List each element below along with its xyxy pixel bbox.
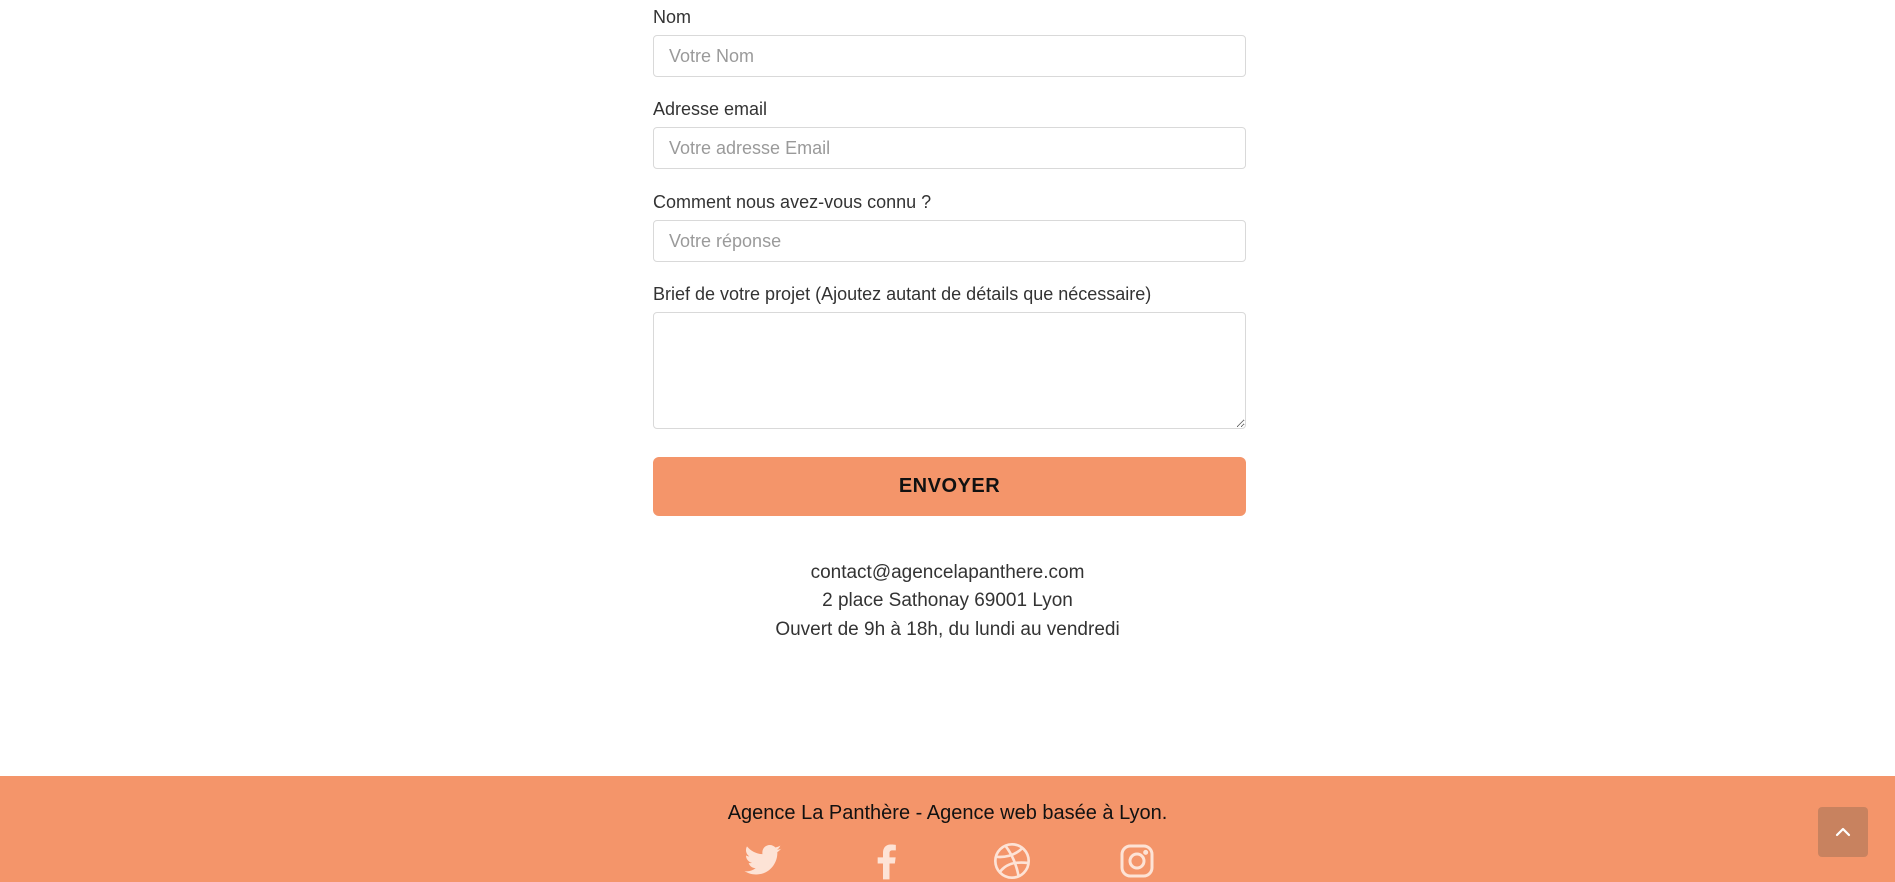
twitter-icon[interactable] xyxy=(743,841,783,881)
source-label: Comment nous avez-vous connu ? xyxy=(653,192,932,212)
name-label: Nom xyxy=(653,7,692,27)
email-label: Adresse email xyxy=(653,99,768,119)
facebook-icon[interactable] xyxy=(867,841,907,881)
brief-textarea[interactable] xyxy=(653,312,1246,429)
footer-tagline: Agence La Panthère - Agence web basée à … xyxy=(727,802,1168,824)
contact-email: contact@agencelapanthere.com xyxy=(810,562,1085,583)
brief-label: Brief de votre projet (Ajoutez autant de… xyxy=(653,284,1152,304)
chevron-up-icon xyxy=(1835,827,1851,837)
footer: Agence La Panthère - Agence web basée à … xyxy=(0,776,1895,882)
contact-hours: Ouvert de 9h à 18h, du lundi au vendredi xyxy=(775,619,1120,640)
contact-page: Nom Adresse email Comment nous avez-vous… xyxy=(0,0,1895,882)
instagram-icon[interactable] xyxy=(1117,841,1157,881)
source-input[interactable] xyxy=(653,220,1246,262)
dribbble-icon[interactable] xyxy=(992,841,1032,881)
name-input[interactable] xyxy=(653,35,1246,77)
email-input[interactable] xyxy=(653,127,1246,169)
scroll-to-top-button[interactable] xyxy=(1818,807,1868,857)
submit-button[interactable]: ENVOYER xyxy=(653,457,1246,516)
contact-address: 2 place Sathonay 69001 Lyon xyxy=(822,590,1073,611)
